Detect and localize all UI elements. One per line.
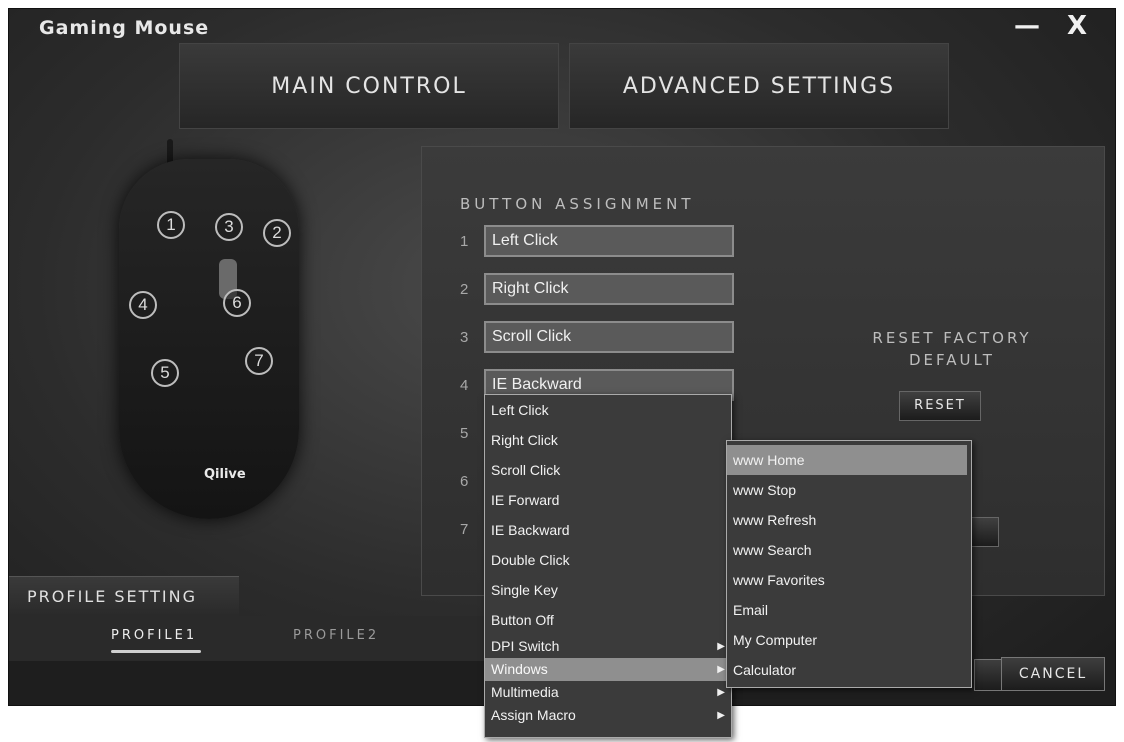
mouse-button-6-marker: 6 <box>223 289 251 317</box>
dropdown-item-label: Assign Macro <box>491 707 576 723</box>
dropdown-item-label: Windows <box>491 661 548 677</box>
submenu-arrow-icon: ▶ <box>717 687 725 698</box>
reset-label-line2: DEFAULT <box>909 351 995 369</box>
dropdown-item-label: Multimedia <box>491 684 559 700</box>
profile-1-tab[interactable]: PROFILE1 <box>111 628 197 643</box>
dropdown-item[interactable]: Button Off <box>485 605 731 635</box>
minimize-button[interactable]: — <box>1009 13 1045 41</box>
mouse-logo: Qilive <box>204 467 246 482</box>
submenu-item[interactable]: www Home <box>727 445 967 475</box>
dropdown-item[interactable]: Left Click <box>485 395 731 425</box>
reset-label-line1: RESET FACTORY <box>872 329 1032 347</box>
mouse-button-5-marker: 5 <box>151 359 179 387</box>
row-number: 2 <box>460 281 469 298</box>
close-button[interactable]: X <box>1059 13 1095 41</box>
partially-hidden-button[interactable] <box>969 517 999 547</box>
submenu-arrow-icon: ▶ <box>717 664 725 675</box>
profile-active-indicator <box>111 650 201 653</box>
mouse-image <box>119 159 299 519</box>
row-number: 5 <box>460 425 469 442</box>
mouse-button-1-marker: 1 <box>157 211 185 239</box>
dropdown-item-assign-macro[interactable]: Assign Macro ▶ <box>485 704 731 727</box>
submenu-item[interactable]: Calculator <box>727 655 971 685</box>
tab-advanced-settings[interactable]: ADVANCED SETTINGS <box>569 43 949 129</box>
app-title: Gaming Mouse <box>39 17 210 39</box>
row-number: 1 <box>460 233 469 250</box>
dropdown-item-windows[interactable]: Windows ▶ <box>485 658 731 681</box>
submenu-item[interactable]: Email <box>727 595 971 625</box>
dropdown-item[interactable]: Double Click <box>485 545 731 575</box>
profile-setting-title: PROFILE SETTING <box>9 576 239 616</box>
tab-main-control[interactable]: MAIN CONTROL <box>179 43 559 129</box>
reset-button[interactable]: RESET <box>899 391 981 421</box>
dropdown-item[interactable]: IE Forward <box>485 485 731 515</box>
assignment-field-2[interactable]: Right Click <box>484 273 734 305</box>
section-title: BUTTON ASSIGNMENT <box>460 195 695 213</box>
reset-factory-label: RESET FACTORY DEFAULT <box>832 327 1072 371</box>
profiles-bar: PROFILE1 PROFILE2 <box>9 616 509 661</box>
submenu-item[interactable]: www Stop <box>727 475 971 505</box>
submenu-arrow-icon: ▶ <box>717 641 725 652</box>
mouse-button-4-marker: 4 <box>129 291 157 319</box>
dropdown-item-multimedia[interactable]: Multimedia ▶ <box>485 681 731 704</box>
dropdown-item-label: DPI Switch <box>491 638 560 654</box>
submenu-item[interactable]: My Computer <box>727 625 971 655</box>
submenu-item[interactable]: www Search <box>727 535 971 565</box>
mouse-button-7-marker: 7 <box>245 347 273 375</box>
profile-2-tab[interactable]: PROFILE2 <box>293 628 379 643</box>
title-bar: Gaming Mouse — X <box>9 9 1115 45</box>
mouse-button-2-marker: 2 <box>263 219 291 247</box>
submenu-item[interactable]: www Favorites <box>727 565 971 595</box>
windows-submenu: www Home www Stop www Refresh www Search… <box>726 440 972 688</box>
submenu-item[interactable]: www Refresh <box>727 505 971 535</box>
cancel-button[interactable]: CANCEL <box>1001 657 1105 691</box>
mouse-diagram: 1 2 3 4 5 6 7 Qilive <box>99 139 349 539</box>
dropdown-item[interactable]: Right Click <box>485 425 731 455</box>
row-number: 7 <box>460 521 469 538</box>
assignment-field-1[interactable]: Left Click <box>484 225 734 257</box>
assignment-dropdown: Left Click Right Click Scroll Click IE F… <box>484 394 732 738</box>
submenu-arrow-icon: ▶ <box>717 710 725 721</box>
partially-hidden-footer-button[interactable] <box>974 659 1002 691</box>
dropdown-item[interactable]: IE Backward <box>485 515 731 545</box>
dropdown-item[interactable]: Scroll Click <box>485 455 731 485</box>
row-number: 6 <box>460 473 469 490</box>
mouse-button-3-marker: 3 <box>215 213 243 241</box>
row-number: 3 <box>460 329 469 346</box>
dropdown-item-dpi-switch[interactable]: DPI Switch ▶ <box>485 635 731 658</box>
dropdown-item[interactable]: Single Key <box>485 575 731 605</box>
assignment-field-3[interactable]: Scroll Click <box>484 321 734 353</box>
row-number: 4 <box>460 377 469 394</box>
